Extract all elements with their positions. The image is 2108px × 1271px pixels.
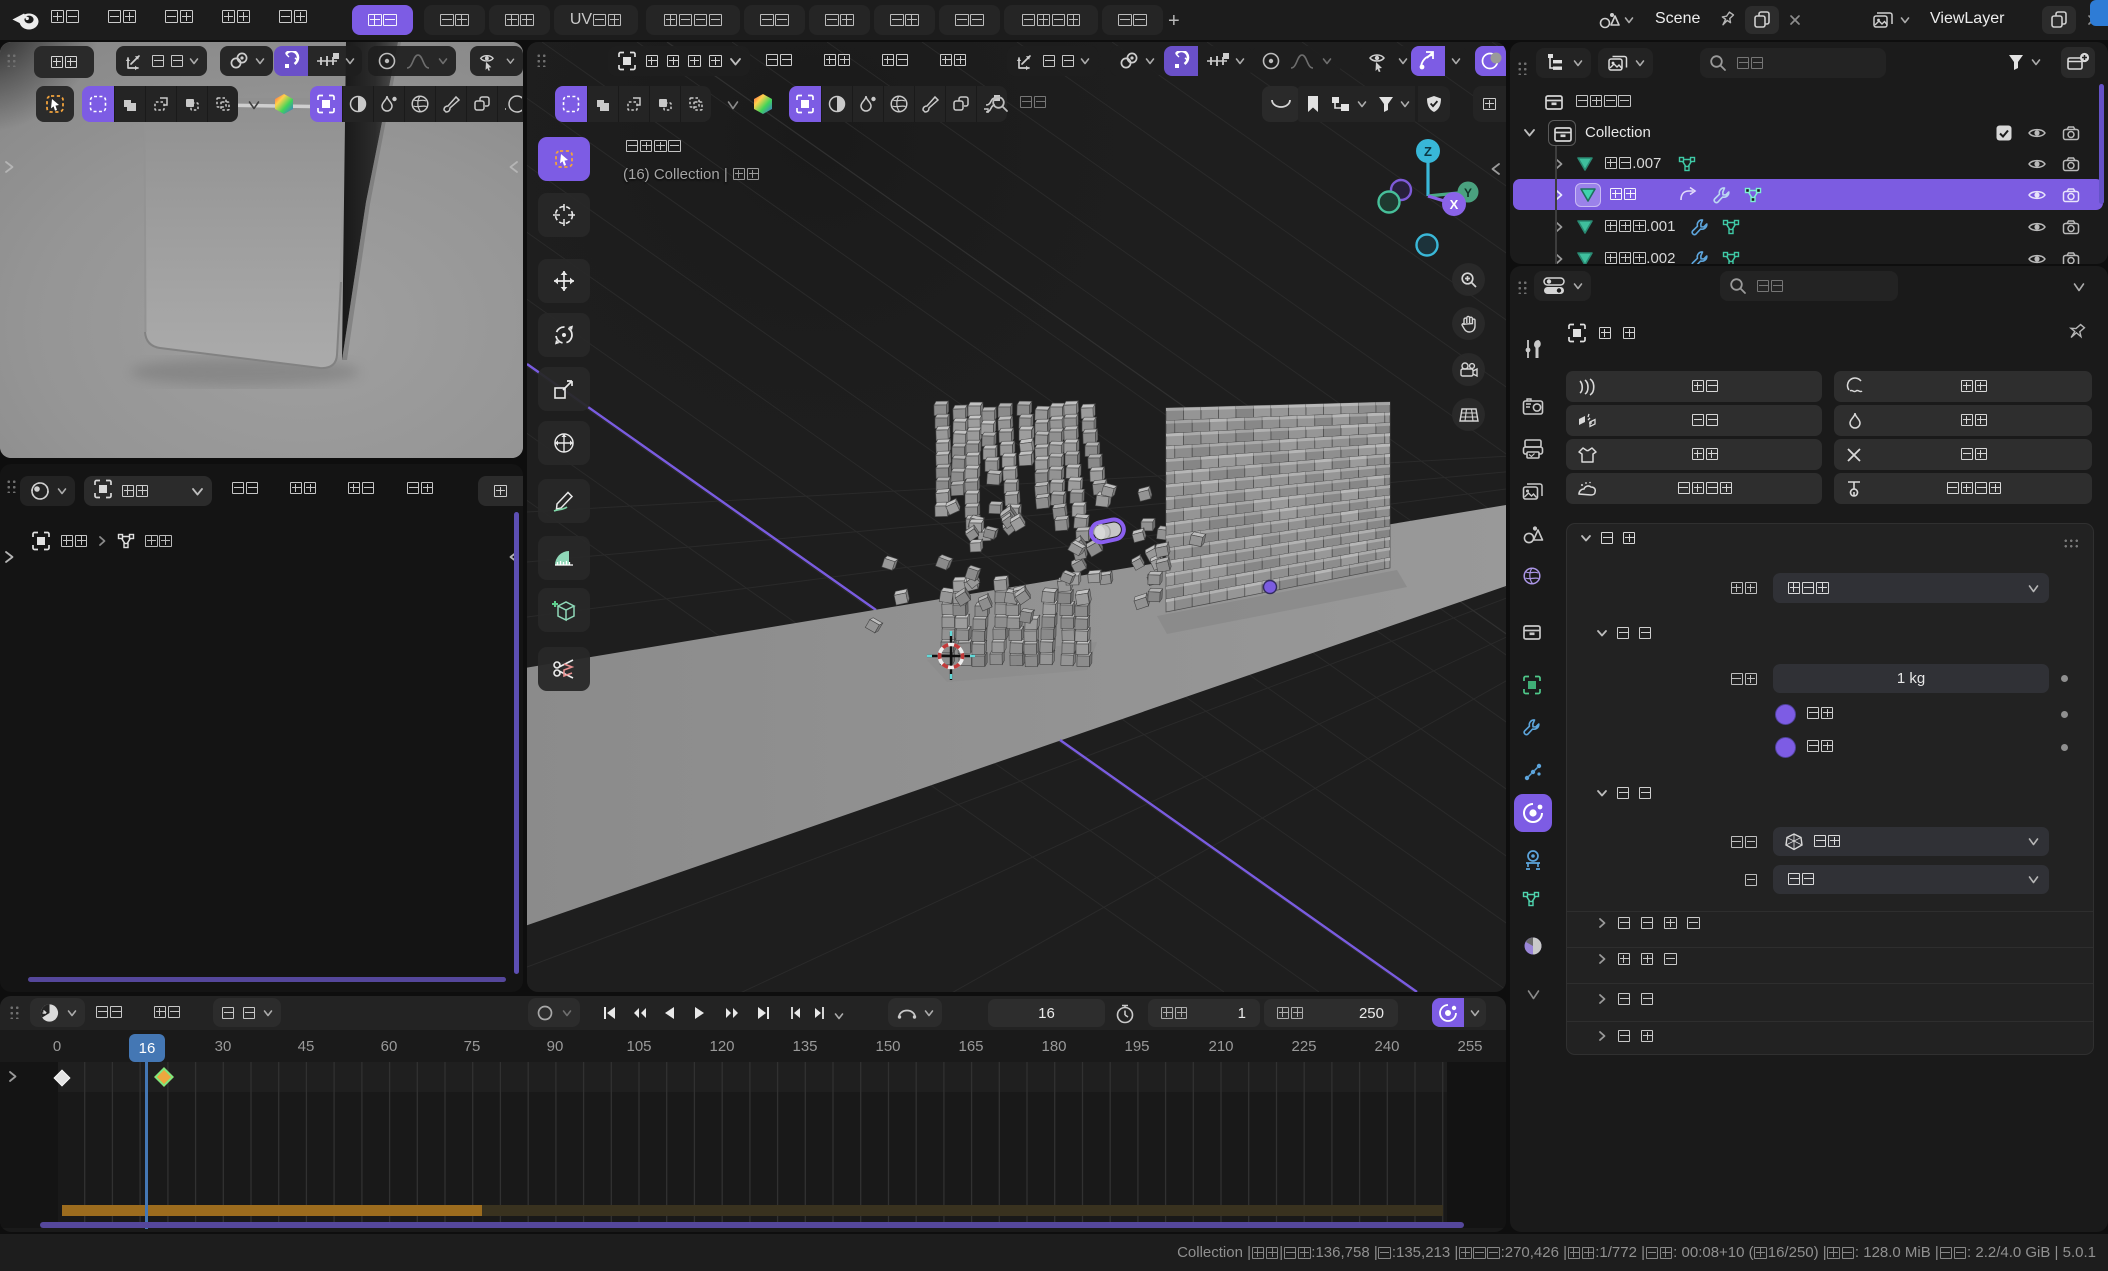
svg-text:X: X xyxy=(1450,197,1459,212)
svg-text:Y: Y xyxy=(1464,186,1472,200)
svg-text:Z: Z xyxy=(1424,144,1432,159)
